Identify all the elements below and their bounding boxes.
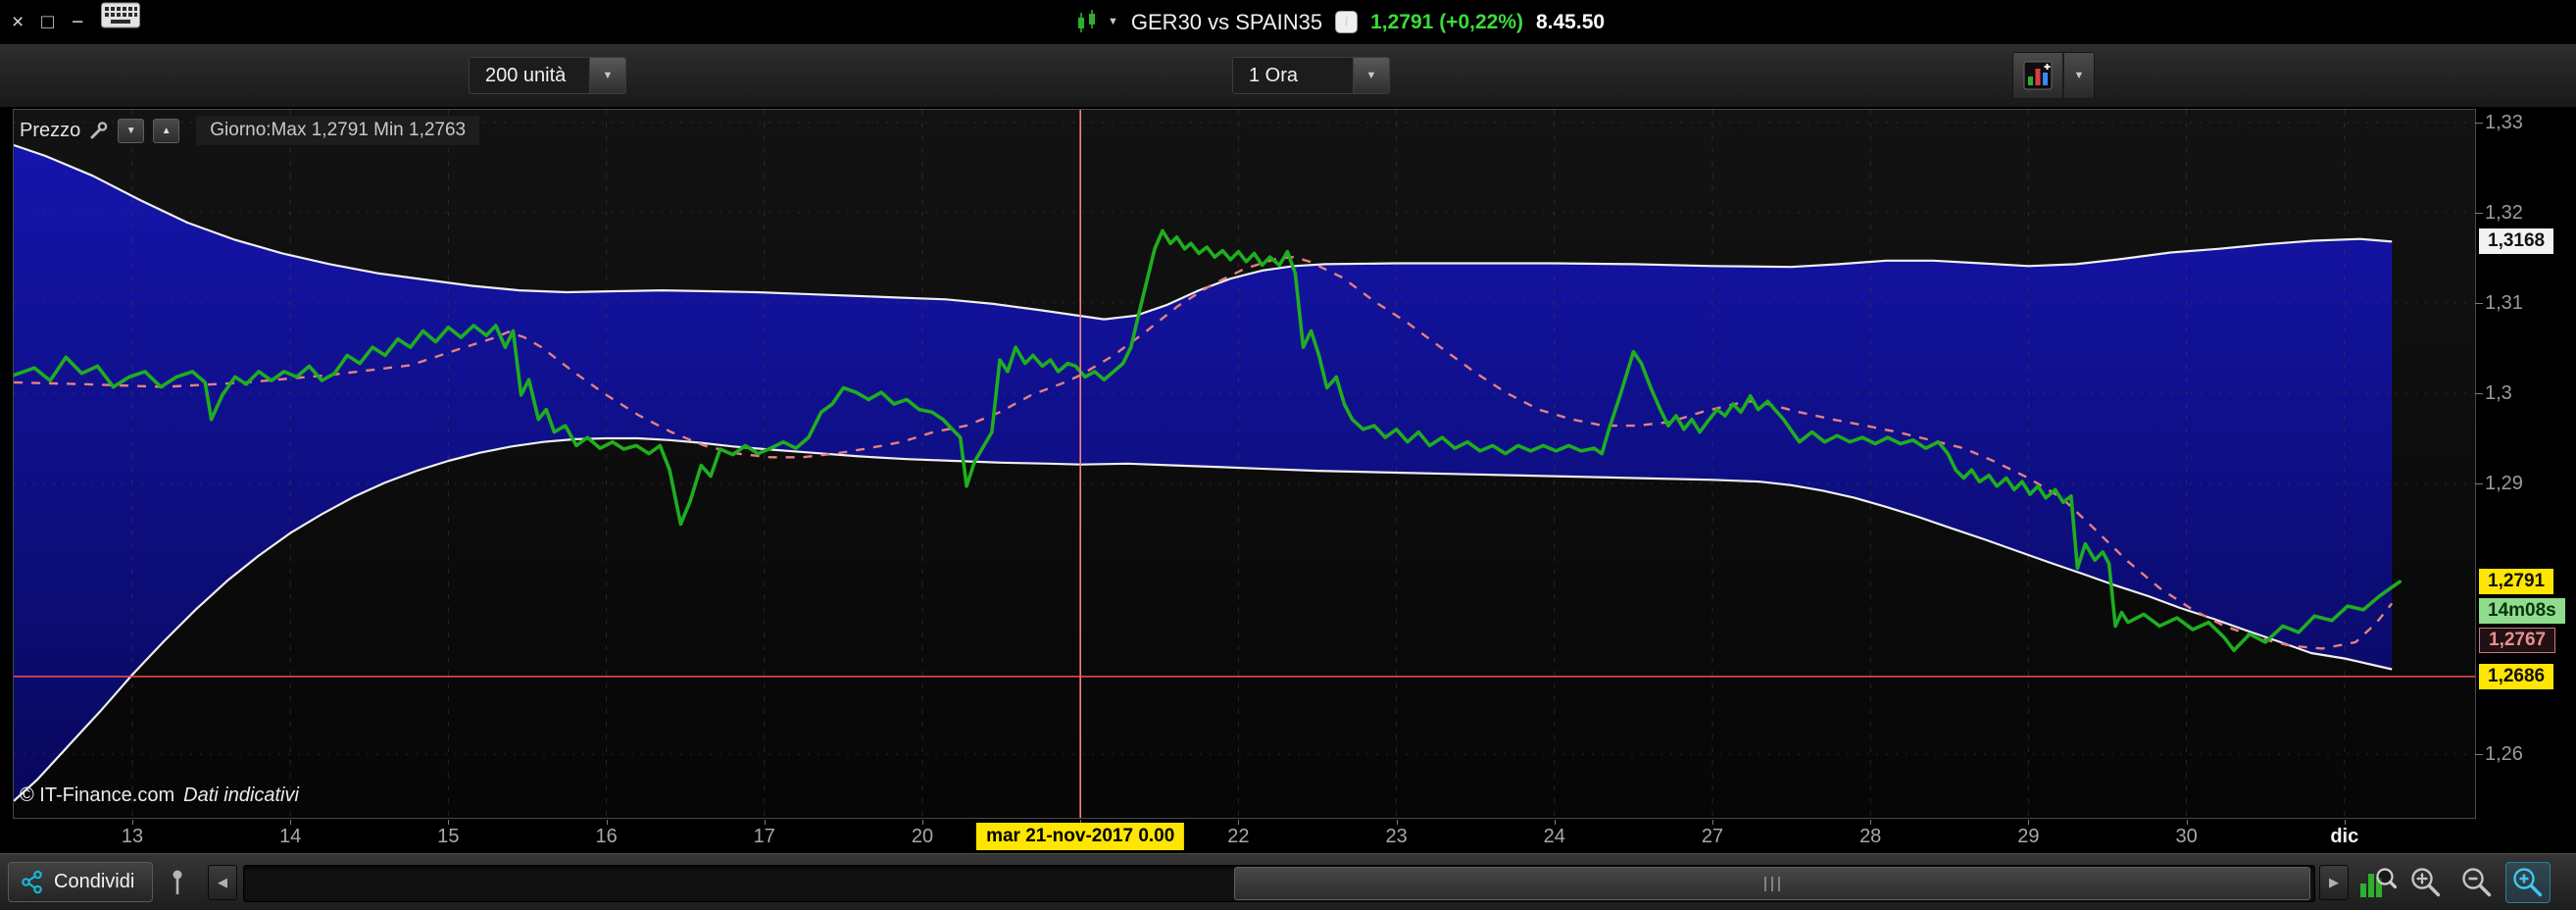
info-button[interactable]: i: [1335, 11, 1359, 33]
x-axis-label: 15: [409, 820, 487, 848]
keyboard-icon: [101, 2, 141, 28]
maximize-icon: □: [41, 11, 54, 33]
x-axis-label: 14: [251, 820, 329, 848]
units-dropdown[interactable]: 200 unità ▼: [469, 57, 626, 94]
crosshair-date-flag: mar 21-nov-2017 0.00: [976, 823, 1185, 850]
bollinger-band-fill: [14, 145, 2393, 801]
copyright-text: © IT-Finance.com: [20, 784, 175, 806]
share-icon: [22, 870, 42, 894]
keyboard-button[interactable]: [101, 0, 141, 44]
y-axis-label: 1,31: [2475, 292, 2523, 314]
symbol-selector[interactable]: ▼: [1074, 0, 1118, 44]
x-axis-label: 28: [1831, 820, 1909, 848]
panel-title: Prezzo: [20, 119, 81, 141]
share-button-label: Condividi: [54, 871, 135, 892]
candlestick-icon: [1078, 10, 1095, 32]
y-axis-label: 1,33: [2475, 112, 2523, 133]
symbol-title: GER30 vs SPAIN35: [1130, 9, 1323, 34]
clock: 8.45.50: [1535, 10, 1606, 33]
chevron-down-icon: ▼: [1365, 70, 1377, 81]
scrollbar-thumb[interactable]: [1234, 867, 2310, 900]
x-axis-label: dic: [2305, 820, 2384, 848]
close-button[interactable]: ×: [12, 0, 24, 44]
chevron-down-icon: ▼: [1108, 16, 1118, 27]
zoom-box-button[interactable]: [2403, 862, 2449, 903]
x-axis-label: 22: [1199, 820, 1277, 848]
right-arrow-icon: ▶: [2329, 875, 2339, 889]
chevron-down-icon: ▼: [602, 70, 614, 81]
maximize-button[interactable]: □: [41, 0, 54, 44]
collapse-icon: ▼: [125, 125, 136, 136]
window-controls: × □ −: [12, 0, 141, 44]
x-axis-label: 30: [2148, 820, 2226, 848]
minimize-icon: −: [71, 11, 84, 33]
chart-style-button[interactable]: ▼: [2012, 52, 2095, 99]
zoom-out-icon: [2462, 868, 2492, 897]
collapse-panel-button[interactable]: ▼: [118, 118, 145, 143]
units-dropdown-value: 200 unità: [469, 57, 589, 94]
y-axis-label: 1,32: [2475, 202, 2523, 224]
x-axis-label: 13: [93, 820, 172, 848]
chart-style-icon: [2023, 61, 2053, 90]
left-arrow-icon: ◀: [218, 875, 227, 889]
fit-chart-icon: [2360, 868, 2397, 897]
chevron-down-icon: ▼: [2073, 70, 2085, 81]
band-end-flag: 1,3168: [2479, 228, 2554, 255]
price-panel: Prezzo ▼ ▲ Giorno:Max 1,2791 Min 1,2763 …: [13, 109, 2476, 819]
share-button[interactable]: Condividi: [8, 862, 154, 902]
timeframe-dropdown-value: 1 Ora: [1232, 57, 1353, 94]
indicative-data-note: Dati indicativi: [183, 784, 299, 806]
last-price-flag: 1,2791: [2479, 569, 2554, 595]
statusbar: Condividi ◀ ▶: [0, 853, 2576, 910]
pin-icon: [173, 870, 182, 894]
thumb-grip-icon: [1771, 876, 1773, 891]
trading-platform-window: × □ − ▼ GER30 vs SPAIN35 i 1,2791 (+0,22…: [0, 0, 2576, 910]
minimize-button[interactable]: −: [72, 0, 83, 44]
expand-icon: ▲: [161, 125, 172, 136]
y-axis-label: 1,29: [2475, 473, 2523, 494]
x-axis-label: 20: [883, 820, 962, 848]
alert-price-flag: 1,2686: [2479, 663, 2554, 689]
chart-area: Prezzo ▼ ▲ Giorno:Max 1,2791 Min 1,2763 …: [0, 107, 2576, 853]
x-axis-label: 16: [568, 820, 646, 848]
x-axis-label: 17: [725, 820, 804, 848]
scrollbar-track[interactable]: [243, 865, 2315, 902]
countdown-flag: 14m08s: [2479, 598, 2565, 625]
ma-value-flag: 1,2767: [2479, 628, 2556, 654]
toolbar: 200 unità ▼ 1 Ora ▼ ▼: [0, 44, 2576, 108]
expand-panel-button[interactable]: ▲: [153, 118, 180, 143]
price-panel-header: Prezzo ▼ ▲ Giorno:Max 1,2791 Min 1,2763: [20, 116, 480, 145]
y-axis-label: 1,26: [2475, 743, 2523, 765]
timeframe-dropdown[interactable]: 1 Ora ▼: [1232, 57, 1390, 94]
last-quote: 1,2791 (+0,22%): [1370, 10, 1523, 33]
zoom-selection-icon: [2411, 868, 2441, 897]
scroll-right-button[interactable]: ▶: [2319, 865, 2349, 900]
x-axis-label: 27: [1673, 820, 1752, 848]
symbol-header: ▼ GER30 vs SPAIN35 i 1,2791 (+0,22%) 8.4…: [1074, 0, 1605, 44]
pin-tool-button[interactable]: [159, 865, 196, 900]
zoom-in-icon: [2513, 868, 2543, 897]
zoom-in-button[interactable]: [2505, 862, 2551, 903]
fit-zoom-button[interactable]: [2354, 862, 2400, 903]
info-icon: i: [1344, 14, 1349, 29]
copyright-watermark: © IT-Finance.com Dati indicativi: [20, 784, 299, 807]
zoom-out-button[interactable]: [2454, 862, 2500, 903]
x-axis-label: 29: [1989, 820, 2067, 848]
y-axis-label: 1,3: [2475, 382, 2512, 404]
scroll-left-button[interactable]: ◀: [208, 865, 237, 900]
x-axis-label: 23: [1358, 820, 1436, 848]
wrench-icon[interactable]: [89, 121, 109, 140]
x-axis-label: 24: [1515, 820, 1594, 848]
day-range-info: Giorno:Max 1,2791 Min 1,2763: [196, 116, 480, 145]
close-icon: ×: [12, 11, 25, 33]
titlebar: × □ − ▼ GER30 vs SPAIN35 i 1,2791 (+0,22…: [0, 0, 2576, 44]
chart-plot[interactable]: [14, 110, 2475, 818]
